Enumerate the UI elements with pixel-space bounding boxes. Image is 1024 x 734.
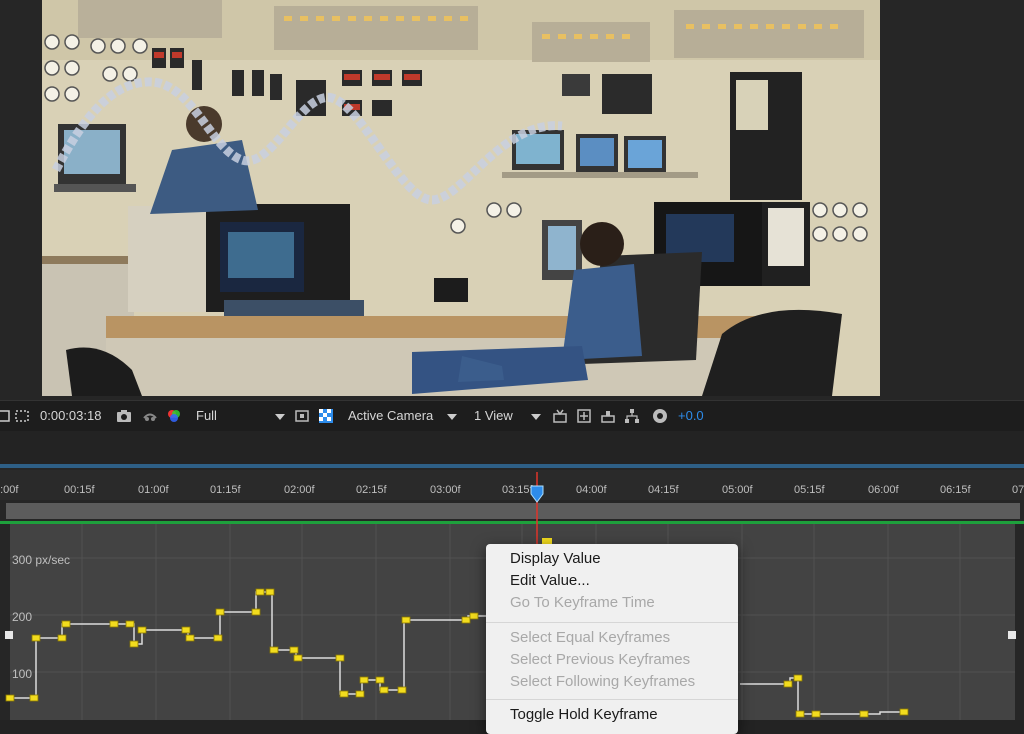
menu-item-toggle-hold-keyframe[interactable]: Toggle Hold Keyframe (510, 706, 658, 723)
ruler-tick: 04:15f (648, 484, 679, 496)
ruler-tick: 00:15f (64, 484, 95, 496)
exposure-reset-icon[interactable] (652, 408, 668, 424)
navigator-bar[interactable] (0, 464, 1024, 468)
ruler-tick: 01:15f (210, 484, 241, 496)
timeline-link-icon[interactable] (600, 408, 616, 424)
panel-gap (0, 431, 1024, 464)
toggle-pixel-aspect-icon[interactable] (552, 408, 568, 424)
transparency-grid-icon[interactable] (318, 408, 334, 424)
ruler-tick: 06:00f (868, 484, 899, 496)
resolution-select[interactable]: Full (196, 401, 217, 431)
ruler-tick: 06:15f (940, 484, 971, 496)
speed-label-300: 300 px/sec (12, 553, 70, 567)
camera-snapshot-icon[interactable] (116, 408, 132, 424)
resolution-dropdown-icon[interactable] (272, 408, 288, 424)
ruler-tick: 05:00f (722, 484, 753, 496)
menu-item-select-equal-keyframes: Select Equal Keyframes (510, 629, 671, 646)
footage-frame[interactable] (42, 0, 880, 396)
ruler-tick: 04:00f (576, 484, 607, 496)
camera-view-select[interactable]: Active Camera (348, 401, 433, 431)
menu-item-go-to-keyframe-time: Go To Keyframe Time (510, 594, 655, 611)
keyframe-context-menu: Display Value Edit Value... Go To Keyfra… (486, 544, 738, 734)
ruler-tick: 07 (1012, 484, 1024, 496)
speed-label-100: 100 (12, 667, 32, 681)
grid-icon[interactable] (0, 408, 12, 424)
menu-item-display-value[interactable]: Display Value (510, 550, 601, 567)
flowchart-icon[interactable] (624, 408, 640, 424)
composition-viewer[interactable] (0, 0, 1024, 400)
view-layout-dropdown-icon[interactable] (528, 408, 544, 424)
ruler-tick: 0:00f (0, 484, 19, 496)
ruler-tick: 01:00f (138, 484, 169, 496)
camera-dropdown-icon[interactable] (444, 408, 460, 424)
speed-label-200: 200 (12, 610, 32, 624)
ruler-tick: 02:15f (356, 484, 387, 496)
menu-separator (486, 699, 738, 700)
current-timecode[interactable]: 0:00:03:18 (40, 401, 101, 431)
fast-draft-icon[interactable] (576, 408, 592, 424)
ruler-tick: 02:00f (284, 484, 315, 496)
fast-previews-icon[interactable] (294, 408, 310, 424)
menu-separator (486, 622, 738, 623)
show-snapshot-icon[interactable] (142, 408, 158, 424)
menu-item-select-following-keyframes: Select Following Keyframes (510, 673, 696, 690)
work-area-bar[interactable] (6, 503, 1020, 519)
region-of-interest-icon[interactable] (14, 408, 30, 424)
channels-icon[interactable] (166, 408, 182, 424)
ruler-tick: 05:15f (794, 484, 825, 496)
view-layout-select[interactable]: 1 View (474, 401, 513, 431)
menu-item-select-previous-keyframes: Select Previous Keyframes (510, 651, 691, 668)
exposure-value[interactable]: +0.0 (678, 401, 704, 431)
viewer-toolbar: 0:00:03:18 Full Active Camera 1 View +0.… (0, 400, 1024, 432)
menu-item-edit-value[interactable]: Edit Value... (510, 572, 590, 589)
ruler-tick: 03:00f (430, 484, 461, 496)
time-ruler[interactable]: 0:00f 00:15f 01:00f 01:15f 02:00f 02:15f… (0, 470, 1024, 500)
